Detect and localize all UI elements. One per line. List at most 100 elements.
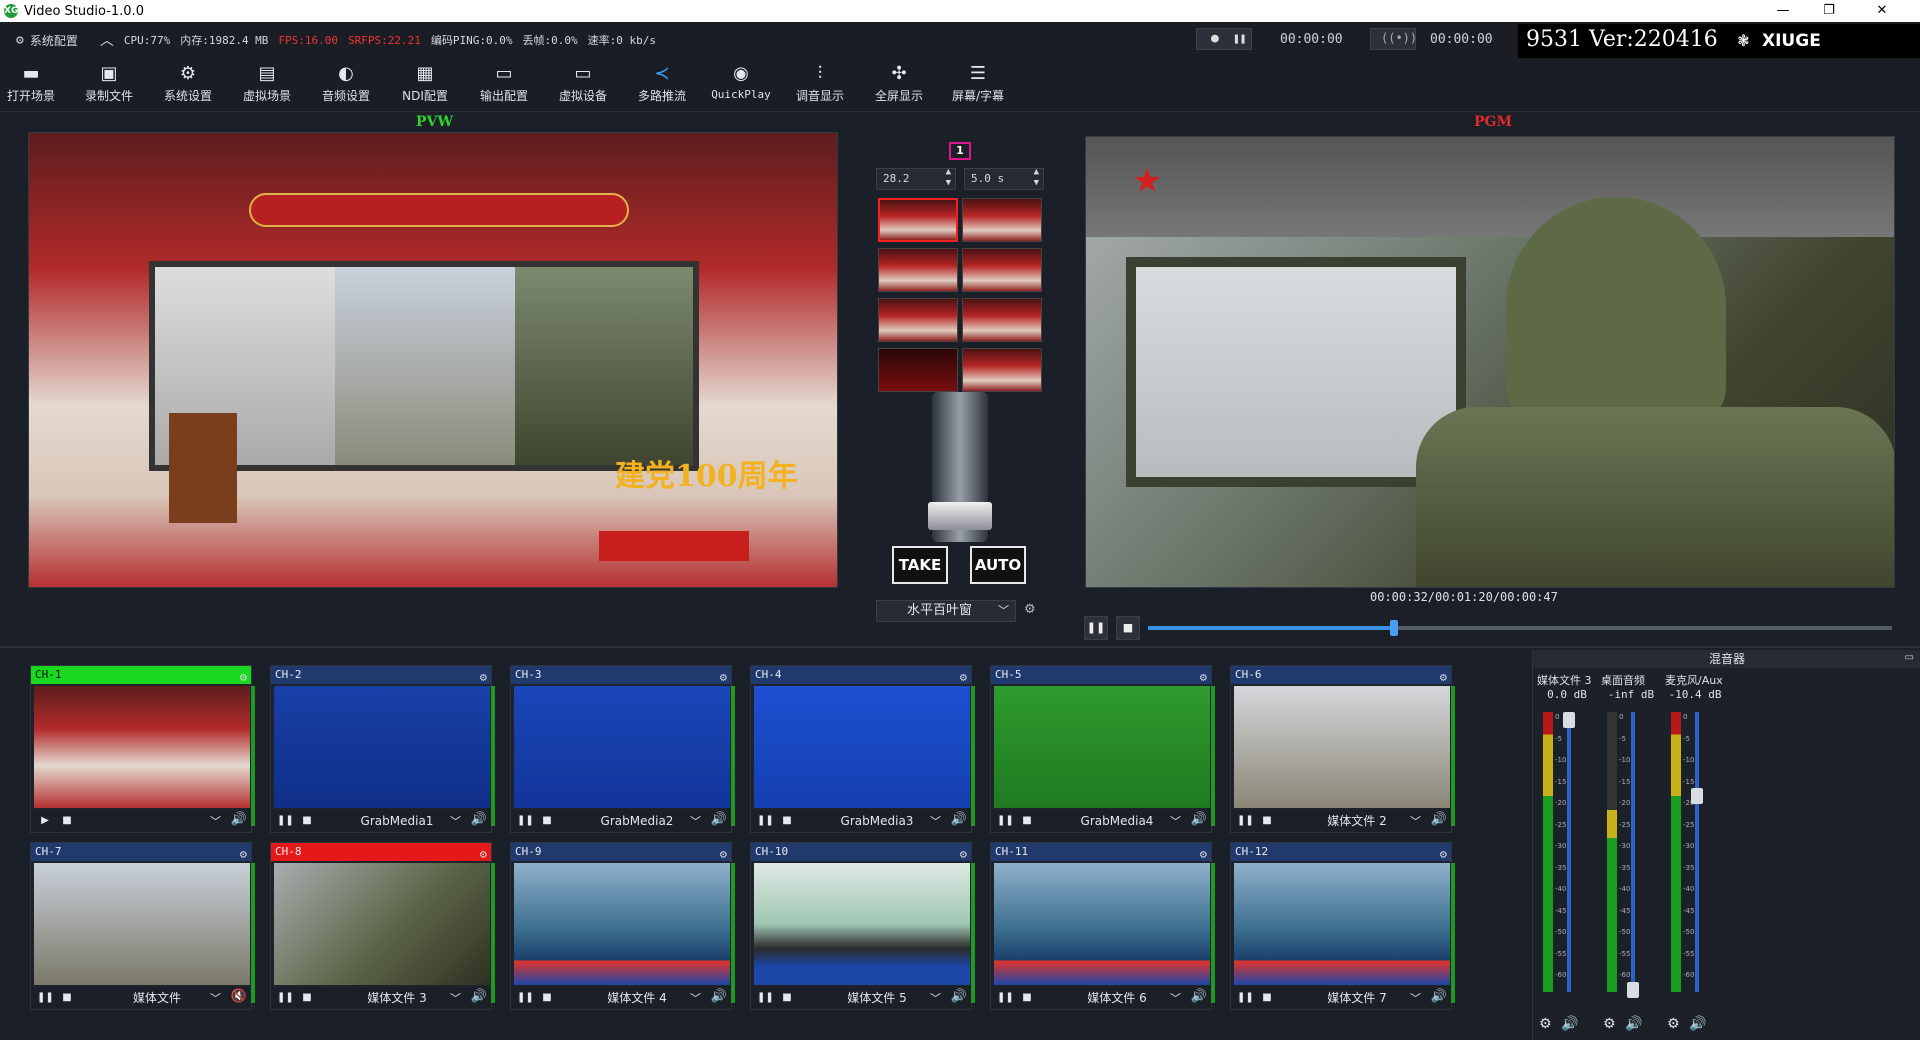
channel-3[interactable]: CH-3 ⚙ ❚❚ ■ GrabMedia2 ﹀ 🔊 xyxy=(510,665,735,833)
channel-source-select[interactable]: 媒体文件 7 xyxy=(1287,990,1427,1006)
gear-icon[interactable]: ⚙ xyxy=(720,845,727,863)
stop-icon[interactable]: ■ xyxy=(59,990,75,1006)
chevron-down-icon[interactable]: ﹀ xyxy=(1170,990,1181,1006)
mixer-fader-knob[interactable] xyxy=(1627,982,1639,998)
auto-button[interactable]: AUTO xyxy=(970,546,1026,584)
chevron-down-icon[interactable]: ﹀ xyxy=(930,990,941,1006)
speaker-icon[interactable]: 🔊 xyxy=(711,989,727,1004)
preview-monitor[interactable]: 建党100周年 xyxy=(28,132,838,588)
channel-header[interactable]: CH-10 ⚙ xyxy=(751,843,971,861)
playback-stop-button[interactable]: ■ xyxy=(1116,616,1140,640)
speaker-icon[interactable]: 🔊 xyxy=(231,812,247,827)
chevron-down-icon[interactable]: ﹀ xyxy=(450,990,461,1006)
gear-icon[interactable]: ⚙ xyxy=(1440,668,1447,686)
seek-handle[interactable] xyxy=(1389,620,1398,636)
channel-video[interactable] xyxy=(514,863,730,985)
channel-source-select[interactable]: GrabMedia2 xyxy=(567,813,707,829)
program-monitor[interactable]: ★ xyxy=(1085,136,1895,588)
channel-source-select[interactable] xyxy=(87,813,227,829)
channel-9[interactable]: CH-9 ⚙ ❚❚ ■ 媒体文件 4 ﹀ 🔊 xyxy=(510,842,735,1010)
channel-header[interactable]: CH-9 ⚙ xyxy=(511,843,731,861)
speaker-icon[interactable]: 🔊 xyxy=(1431,812,1447,827)
toolbar-screen-subtitle[interactable]: ☰ 屏幕/字幕 xyxy=(941,62,1015,110)
channel-7[interactable]: CH-7 ⚙ ❚❚ ■ 媒体文件 ﹀ 🔇 xyxy=(30,842,255,1010)
popout-icon[interactable]: ▭ xyxy=(1905,652,1914,663)
chevron-down-icon[interactable]: ﹀ xyxy=(1410,813,1421,829)
gear-icon[interactable]: ⚙ xyxy=(480,845,487,863)
toolbar-virtual-device[interactable]: ▭ 虚拟设备 xyxy=(546,62,620,110)
speaker-icon[interactable]: 🔊 xyxy=(1689,1016,1706,1032)
chevron-down-icon[interactable]: ﹀ xyxy=(1170,813,1181,829)
transition-thumb[interactable] xyxy=(962,348,1042,392)
transition-thumb[interactable] xyxy=(878,198,958,242)
minimize-icon[interactable]: — xyxy=(1760,0,1806,22)
channel-source-select[interactable]: 媒体文件 3 xyxy=(327,990,467,1006)
toolbar-fullscreen[interactable]: ✣ 全屏显示 xyxy=(862,62,936,110)
stop-icon[interactable]: ■ xyxy=(1019,813,1035,829)
transition-thumb[interactable] xyxy=(962,298,1042,342)
channel-video[interactable] xyxy=(754,686,970,808)
transition-thumb[interactable] xyxy=(878,348,958,392)
stop-icon[interactable]: ■ xyxy=(779,813,795,829)
channel-source-select[interactable]: 媒体文件 6 xyxy=(1047,990,1187,1006)
toolbar-quickplay[interactable]: ◉ QuickPlay xyxy=(704,62,778,110)
transition-effect-select[interactable]: 水平百叶窗 ﹀ xyxy=(876,600,1016,622)
transition-duration[interactable]: 5.0 s ▲ ▼ xyxy=(964,167,1044,190)
channel-8[interactable]: CH-8 ⚙ ❚❚ ■ 媒体文件 3 ﹀ 🔊 xyxy=(270,842,495,1010)
chevron-down-icon[interactable]: ﹀ xyxy=(210,990,221,1006)
channel-source-select[interactable]: 媒体文件 4 xyxy=(567,990,707,1006)
channel-video[interactable] xyxy=(514,686,730,808)
stop-icon[interactable]: ■ xyxy=(1259,813,1275,829)
system-config-button[interactable]: 系统配置 xyxy=(30,32,78,49)
pause-icon[interactable]: ❚❚ xyxy=(1237,990,1254,1006)
chevron-down-icon[interactable]: ﹀ xyxy=(930,813,941,829)
stop-icon[interactable]: ■ xyxy=(1259,990,1275,1006)
take-button[interactable]: TAKE xyxy=(892,546,948,584)
stop-icon[interactable]: ■ xyxy=(539,813,555,829)
speaker-icon[interactable]: 🔊 xyxy=(711,812,727,827)
pause-icon[interactable]: ❚❚ xyxy=(37,990,54,1006)
channel-header[interactable]: CH-5 ⚙ xyxy=(991,666,1211,684)
gear-icon[interactable]: ⚙ xyxy=(1440,845,1447,863)
transition-thumb[interactable] xyxy=(962,248,1042,292)
channel-header[interactable]: CH-11 ⚙ xyxy=(991,843,1211,861)
toolbar-multi-stream[interactable]: ≺ 多路推流 xyxy=(625,62,699,110)
transition-value-1[interactable]: 28.2 ▲ ▼ xyxy=(876,167,956,190)
speaker-icon[interactable]: 🔊 xyxy=(471,812,487,827)
settings-gear-icon[interactable]: ⚙ xyxy=(16,33,24,48)
pause-icon[interactable]: ❚❚ xyxy=(277,990,294,1006)
channel-6[interactable]: CH-6 ⚙ ❚❚ ■ 媒体文件 2 ﹀ 🔊 xyxy=(1230,665,1455,833)
channel-header[interactable]: CH-8 ⚙ xyxy=(271,843,491,861)
toolbar-open-scene[interactable]: ▬ 打开场景 xyxy=(0,62,68,110)
transition-badge[interactable]: 1 xyxy=(949,142,971,160)
channel-video[interactable] xyxy=(754,863,970,985)
gear-icon[interactable]: ⚙ xyxy=(1667,1016,1680,1032)
channel-10[interactable]: CH-10 ⚙ ❚❚ ■ 媒体文件 5 ﹀ 🔊 xyxy=(750,842,975,1010)
speaker-icon[interactable]: 🔊 xyxy=(1431,989,1447,1004)
stop-icon[interactable]: ■ xyxy=(299,813,315,829)
stop-icon[interactable]: ■ xyxy=(299,990,315,1006)
mixer-fader-track[interactable] xyxy=(1631,712,1635,992)
stop-icon[interactable]: ■ xyxy=(59,813,75,829)
gear-icon[interactable]: ⚙ xyxy=(720,668,727,686)
pause-icon[interactable]: ❚❚ xyxy=(757,813,774,829)
play-icon[interactable]: ▶ xyxy=(37,813,53,829)
chevron-down-icon[interactable]: ﹀ xyxy=(690,813,701,829)
pause-icon[interactable]: ❚❚ xyxy=(517,813,534,829)
toolbar-ndi-config[interactable]: ▦ NDI配置 xyxy=(388,62,462,110)
channel-video[interactable] xyxy=(34,863,250,985)
toolbar-mixer-display[interactable]: ⫶ 调音显示 xyxy=(783,62,857,110)
channel-2[interactable]: CH-2 ⚙ ❚❚ ■ GrabMedia1 ﹀ 🔊 xyxy=(270,665,495,833)
stop-icon[interactable]: ■ xyxy=(539,990,555,1006)
channel-11[interactable]: CH-11 ⚙ ❚❚ ■ 媒体文件 6 ﹀ 🔊 xyxy=(990,842,1215,1010)
toolbar-audio-settings[interactable]: ◐ 音频设置 xyxy=(309,62,383,110)
channel-header[interactable]: CH-3 ⚙ xyxy=(511,666,731,684)
channel-header[interactable]: CH-4 ⚙ xyxy=(751,666,971,684)
pause-icon[interactable]: ❚❚ xyxy=(1233,32,1246,45)
gear-icon[interactable]: ⚙ xyxy=(1200,845,1207,863)
channel-header[interactable]: CH-7 ⚙ xyxy=(31,843,251,861)
toolbar-record-file[interactable]: ▣ 录制文件 xyxy=(72,62,146,110)
gear-icon[interactable]: ⚙ xyxy=(960,845,967,863)
chevron-down-icon[interactable]: ﹀ xyxy=(690,990,701,1006)
channel-12[interactable]: CH-12 ⚙ ❚❚ ■ 媒体文件 7 ﹀ 🔊 xyxy=(1230,842,1455,1010)
